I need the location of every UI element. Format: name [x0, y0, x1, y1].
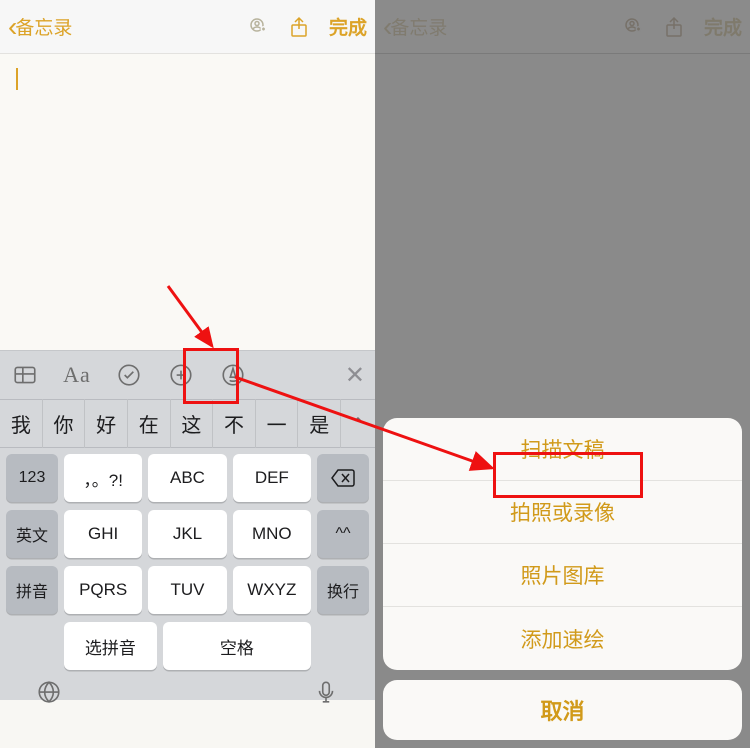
- navbar: ‹ 备忘录 完成: [0, 0, 375, 54]
- left-screenshot: ‹ 备忘录 完成 Aa: [0, 0, 375, 748]
- key-lang[interactable]: 英文: [6, 510, 58, 558]
- done-button[interactable]: 完成: [329, 13, 367, 40]
- collaborate-icon[interactable]: [245, 15, 269, 39]
- suggestion[interactable]: 好: [85, 399, 128, 448]
- key-jkl[interactable]: JKL: [148, 510, 226, 558]
- suggestion[interactable]: 一: [256, 399, 299, 448]
- checklist-icon[interactable]: [114, 360, 144, 390]
- sheet-add-sketch[interactable]: 添加速绘: [383, 607, 742, 670]
- back-button-dimmed: ‹ 备忘录: [383, 13, 447, 41]
- sheet-cancel[interactable]: 取消: [383, 680, 742, 740]
- globe-icon[interactable]: [36, 679, 62, 710]
- key-123[interactable]: 123: [6, 454, 58, 502]
- key-caret[interactable]: ^^: [317, 510, 369, 558]
- key-punct[interactable]: ，。?!: [64, 454, 142, 502]
- delete-key[interactable]: [317, 454, 369, 502]
- suggestion[interactable]: 你: [43, 399, 86, 448]
- done-button-dimmed: 完成: [704, 13, 742, 40]
- suggestion[interactable]: 在: [128, 399, 171, 448]
- navbar-dimmed: ‹ 备忘录 完成: [375, 0, 750, 54]
- key-pqrs[interactable]: PQRS: [64, 566, 142, 614]
- key-return[interactable]: 换行: [317, 566, 369, 614]
- share-icon[interactable]: [287, 15, 311, 39]
- key-ghi[interactable]: GHI: [64, 510, 142, 558]
- key-tuv[interactable]: TUV: [148, 566, 226, 614]
- close-icon[interactable]: ✕: [345, 361, 365, 390]
- suggestion-bar: 我 你 好 在 这 不 一 是 ⌃: [0, 400, 375, 448]
- sheet-photo-library[interactable]: 照片图库: [383, 544, 742, 607]
- action-sheet: 扫描文稿 拍照或录像 照片图库 添加速绘 取消: [375, 410, 750, 748]
- key-mno[interactable]: MNO: [233, 510, 311, 558]
- format-toolbar: Aa ✕: [0, 350, 375, 400]
- key-space[interactable]: 空格: [163, 622, 311, 670]
- collaborate-icon: [620, 15, 644, 39]
- key-def[interactable]: DEF: [233, 454, 311, 502]
- markup-icon[interactable]: [218, 360, 248, 390]
- sheet-take-photo[interactable]: 拍照或录像: [383, 481, 742, 544]
- suggestion[interactable]: 这: [171, 399, 214, 448]
- note-editor[interactable]: [0, 54, 375, 350]
- chevron-up-icon[interactable]: ⌃: [341, 414, 375, 434]
- plus-icon[interactable]: [166, 360, 196, 390]
- sheet-scan-documents[interactable]: 扫描文稿: [383, 418, 742, 481]
- text-cursor: [16, 68, 18, 90]
- suggestion[interactable]: 不: [213, 399, 256, 448]
- back-label: 备忘录: [390, 13, 447, 40]
- right-screenshot: ‹ 备忘录 完成 扫描文稿 拍照或录像 照片图库 添加速绘 取消: [375, 0, 750, 748]
- suggestion[interactable]: 是: [298, 399, 341, 448]
- keyboard: 123 ，。?! ABC DEF 英文 GHI JKL MNO ^^ 拼音 PQ…: [0, 448, 375, 700]
- back-label: 备忘录: [15, 13, 72, 40]
- suggestion[interactable]: 我: [0, 399, 43, 448]
- back-button[interactable]: ‹ 备忘录: [8, 13, 72, 41]
- dimmed-background[interactable]: [375, 54, 750, 446]
- key-wxyz[interactable]: WXYZ: [233, 566, 311, 614]
- key-pinyin[interactable]: 拼音: [6, 566, 58, 614]
- mic-icon[interactable]: [313, 679, 339, 710]
- table-icon[interactable]: [10, 360, 40, 390]
- text-format-button[interactable]: Aa: [62, 360, 92, 390]
- share-icon: [662, 15, 686, 39]
- key-abc[interactable]: ABC: [148, 454, 226, 502]
- key-select-pinyin[interactable]: 选拼音: [64, 622, 157, 670]
